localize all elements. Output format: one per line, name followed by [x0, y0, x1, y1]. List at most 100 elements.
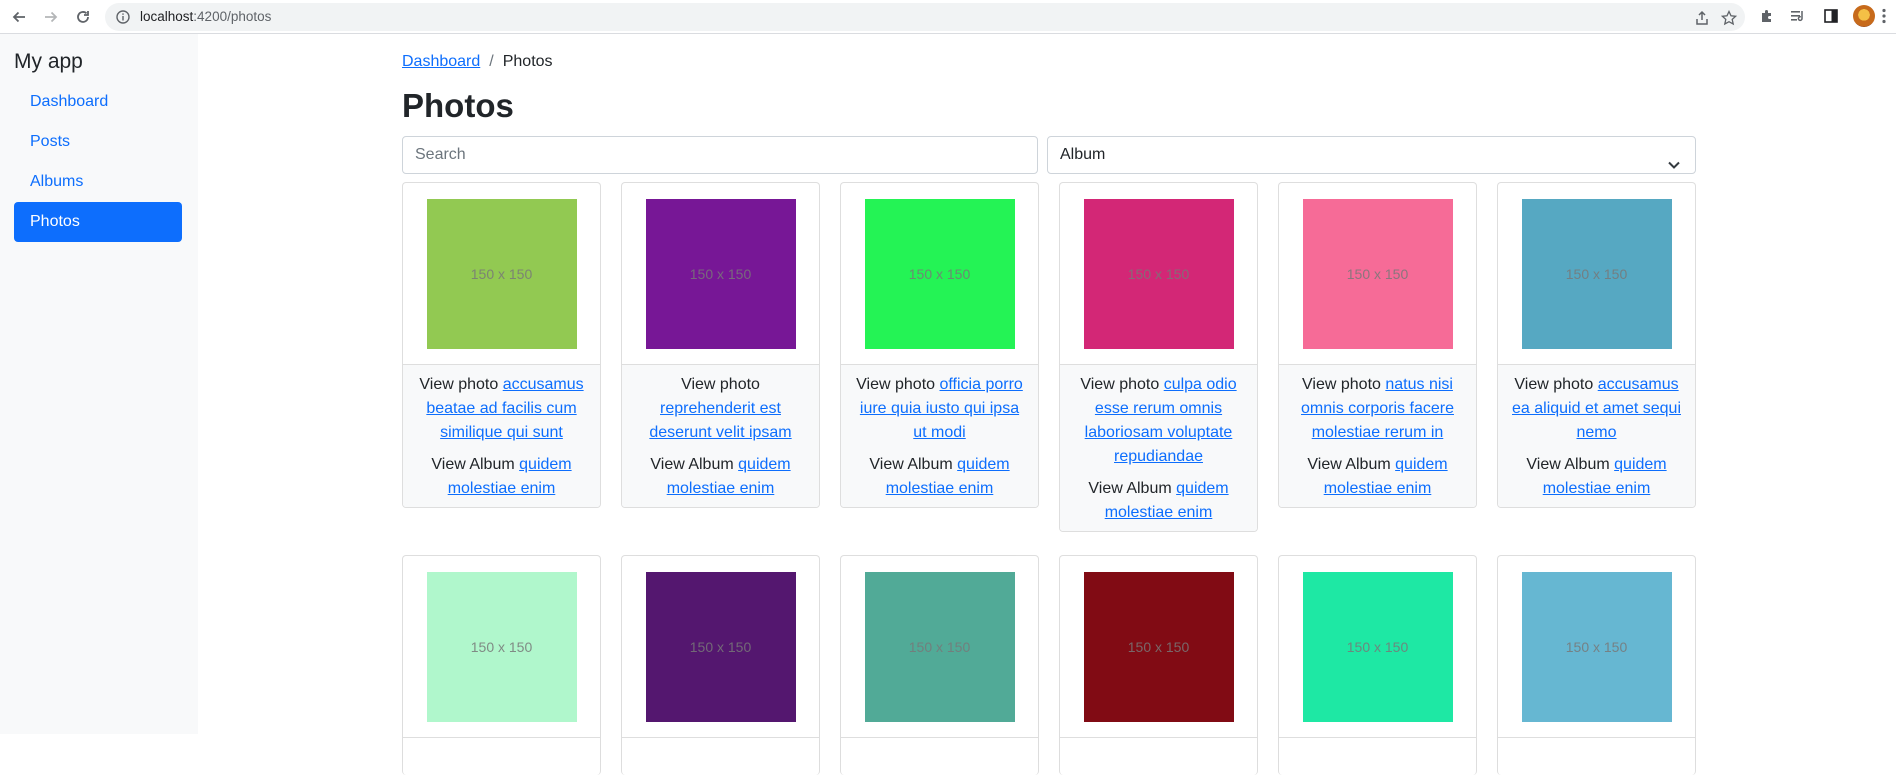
- menu-kebab-icon[interactable]: [1882, 8, 1886, 24]
- app-brand[interactable]: My app: [14, 50, 83, 74]
- photo-card: 150 x 150 View photo reprehenderit est de…: [621, 182, 820, 508]
- photo-thumbnail: 150 x 150: [426, 198, 577, 349]
- sidebar-nav: Dashboard Posts Albums Photos: [14, 82, 182, 242]
- photo-thumbnail-wrap: 150 x 150: [622, 556, 819, 738]
- thumbnail-size-text: 150 x 150: [470, 265, 533, 282]
- photo-thumbnail-wrap: 150 x 150: [403, 183, 600, 365]
- page-title: Photos: [402, 87, 514, 124]
- view-photo-line: View photo natus nisi omnis corporis fac…: [1291, 373, 1464, 445]
- browser-toolbar: localhost:4200/photos: [0, 0, 1896, 34]
- photo-thumbnail: 150 x 150: [864, 198, 1015, 349]
- view-photo-line: View photo accusamus ea aliquid et amet …: [1510, 373, 1683, 445]
- forward-icon[interactable]: [38, 4, 64, 30]
- view-album-label: View Album: [869, 456, 953, 473]
- sidebar-item-dashboard[interactable]: Dashboard: [14, 82, 182, 122]
- view-photo-label: View photo: [1514, 376, 1594, 393]
- photo-card-body: View photo accusamus ea aliquid et amet …: [1498, 365, 1695, 507]
- photo-thumbnail: 150 x 150: [864, 571, 1015, 722]
- photo-card: 150 x 150 View photo accusamus beatae ad …: [402, 182, 601, 508]
- breadcrumb: Dashboard / Photos: [402, 53, 553, 71]
- view-photo-line: View photo culpa odio esse rerum omnis l…: [1072, 373, 1245, 469]
- sidebar-item-posts[interactable]: Posts: [14, 122, 182, 162]
- photo-title-link[interactable]: reprehenderit est deserunt velit ipsam: [649, 400, 791, 441]
- photo-thumbnail: 150 x 150: [1302, 198, 1453, 349]
- photo-thumbnail: 150 x 150: [1521, 571, 1672, 722]
- photo-card: 150 x 150: [621, 555, 820, 775]
- thumbnail-size-text: 150 x 150: [1346, 638, 1409, 655]
- sidebar-item-photos[interactable]: Photos: [14, 202, 182, 242]
- photo-thumbnail-wrap: 150 x 150: [1060, 183, 1257, 365]
- photo-card: 150 x 150 View photo natus nisi omnis cor…: [1278, 182, 1477, 508]
- thumbnail-size-text: 150 x 150: [908, 638, 971, 655]
- photo-card: 150 x 150 View photo accusamus ea aliquid…: [1497, 182, 1696, 508]
- thumbnail-size-text: 150 x 150: [689, 638, 752, 655]
- view-album-label: View Album: [431, 456, 515, 473]
- photo-thumbnail-wrap: 150 x 150: [1060, 556, 1257, 738]
- photo-card: 150 x 150: [1497, 555, 1696, 775]
- back-icon[interactable]: [6, 4, 32, 30]
- view-album-label: View Album: [1307, 456, 1391, 473]
- view-album-line: View Album quidem molestiae enim: [634, 453, 807, 501]
- photo-card-body: View photo culpa odio esse rerum omnis l…: [1060, 365, 1257, 531]
- photo-card: 150 x 150 View photo culpa odio esse reru…: [1059, 182, 1258, 532]
- thumbnail-size-text: 150 x 150: [1565, 638, 1628, 655]
- photo-thumbnail: 150 x 150: [645, 198, 796, 349]
- photo-thumbnail-wrap: 150 x 150: [1498, 556, 1695, 738]
- view-album-line: View Album quidem molestiae enim: [1072, 477, 1245, 525]
- thumbnail-size-text: 150 x 150: [1565, 265, 1628, 282]
- view-photo-line: View photo reprehenderit est deserunt ve…: [634, 373, 807, 445]
- main-content: Dashboard / Photos Photos Search Album 150…: [198, 34, 1896, 775]
- view-photo-label: View photo: [1080, 376, 1160, 393]
- photo-card-body: View photo accusamus beatae ad facilis c…: [403, 365, 600, 507]
- view-photo-line: View photo accusamus beatae ad facilis c…: [415, 373, 588, 445]
- breadcrumb-dashboard-link[interactable]: Dashboard: [402, 53, 480, 70]
- photo-card: 150 x 150: [840, 555, 1039, 775]
- photo-thumbnail-wrap: 150 x 150: [1498, 183, 1695, 365]
- reading-list-icon[interactable]: [1788, 6, 1808, 26]
- photo-thumbnail: 150 x 150: [645, 571, 796, 722]
- sidebar-item-albums[interactable]: Albums: [14, 162, 182, 202]
- photo-card: 150 x 150: [402, 555, 601, 775]
- photo-card: 150 x 150: [1278, 555, 1477, 775]
- photo-card: 150 x 150 View photo officia porro iure q…: [840, 182, 1039, 508]
- site-info-icon[interactable]: [116, 10, 130, 29]
- address-bar[interactable]: localhost:4200/photos: [105, 3, 1745, 31]
- reload-icon[interactable]: [70, 4, 96, 30]
- photo-thumbnail: 150 x 150: [1083, 571, 1234, 722]
- extensions-icon[interactable]: [1757, 6, 1777, 26]
- photo-thumbnail-wrap: 150 x 150: [841, 183, 1038, 365]
- view-album-line: View Album quidem molestiae enim: [1510, 453, 1683, 501]
- photo-card-body: View photo officia porro iure quia iusto…: [841, 365, 1038, 507]
- photo-thumbnail-wrap: 150 x 150: [1279, 556, 1476, 738]
- view-album-label: View Album: [1526, 456, 1610, 473]
- photo-thumbnail: 150 x 150: [1302, 571, 1453, 722]
- view-album-line: View Album quidem molestiae enim: [853, 453, 1026, 501]
- thumbnail-size-text: 150 x 150: [1346, 265, 1409, 282]
- share-icon[interactable]: [1693, 9, 1711, 27]
- photo-thumbnail: 150 x 150: [1083, 198, 1234, 349]
- bookmark-star-icon[interactable]: [1720, 9, 1738, 27]
- chevron-down-icon: [1667, 149, 1681, 185]
- photo-card-body: View photo reprehenderit est deserunt ve…: [622, 365, 819, 507]
- search-input[interactable]: Search: [402, 136, 1038, 174]
- photo-thumbnail-wrap: 150 x 150: [841, 556, 1038, 738]
- photo-thumbnail: 150 x 150: [426, 571, 577, 722]
- view-album-line: View Album quidem molestiae enim: [415, 453, 588, 501]
- album-select[interactable]: Album: [1047, 136, 1696, 174]
- thumbnail-size-text: 150 x 150: [1127, 265, 1190, 282]
- breadcrumb-separator: /: [489, 53, 494, 70]
- view-album-line: View Album quidem molestiae enim: [1291, 453, 1464, 501]
- photo-thumbnail-wrap: 150 x 150: [403, 556, 600, 738]
- breadcrumb-current: Photos: [502, 53, 553, 70]
- photo-card: 150 x 150: [1059, 555, 1258, 775]
- thumbnail-size-text: 150 x 150: [470, 638, 533, 655]
- url-text: localhost:4200/photos: [140, 9, 272, 24]
- profile-avatar[interactable]: [1853, 5, 1875, 27]
- photo-card-body: View photo natus nisi omnis corporis fac…: [1279, 365, 1476, 507]
- view-photo-label: View photo: [1302, 376, 1381, 393]
- view-photo-label: View photo: [856, 376, 936, 393]
- view-photo-label: View photo: [419, 376, 499, 393]
- thumbnail-size-text: 150 x 150: [689, 265, 752, 282]
- side-panel-icon[interactable]: [1821, 6, 1841, 26]
- thumbnail-size-text: 150 x 150: [1127, 638, 1190, 655]
